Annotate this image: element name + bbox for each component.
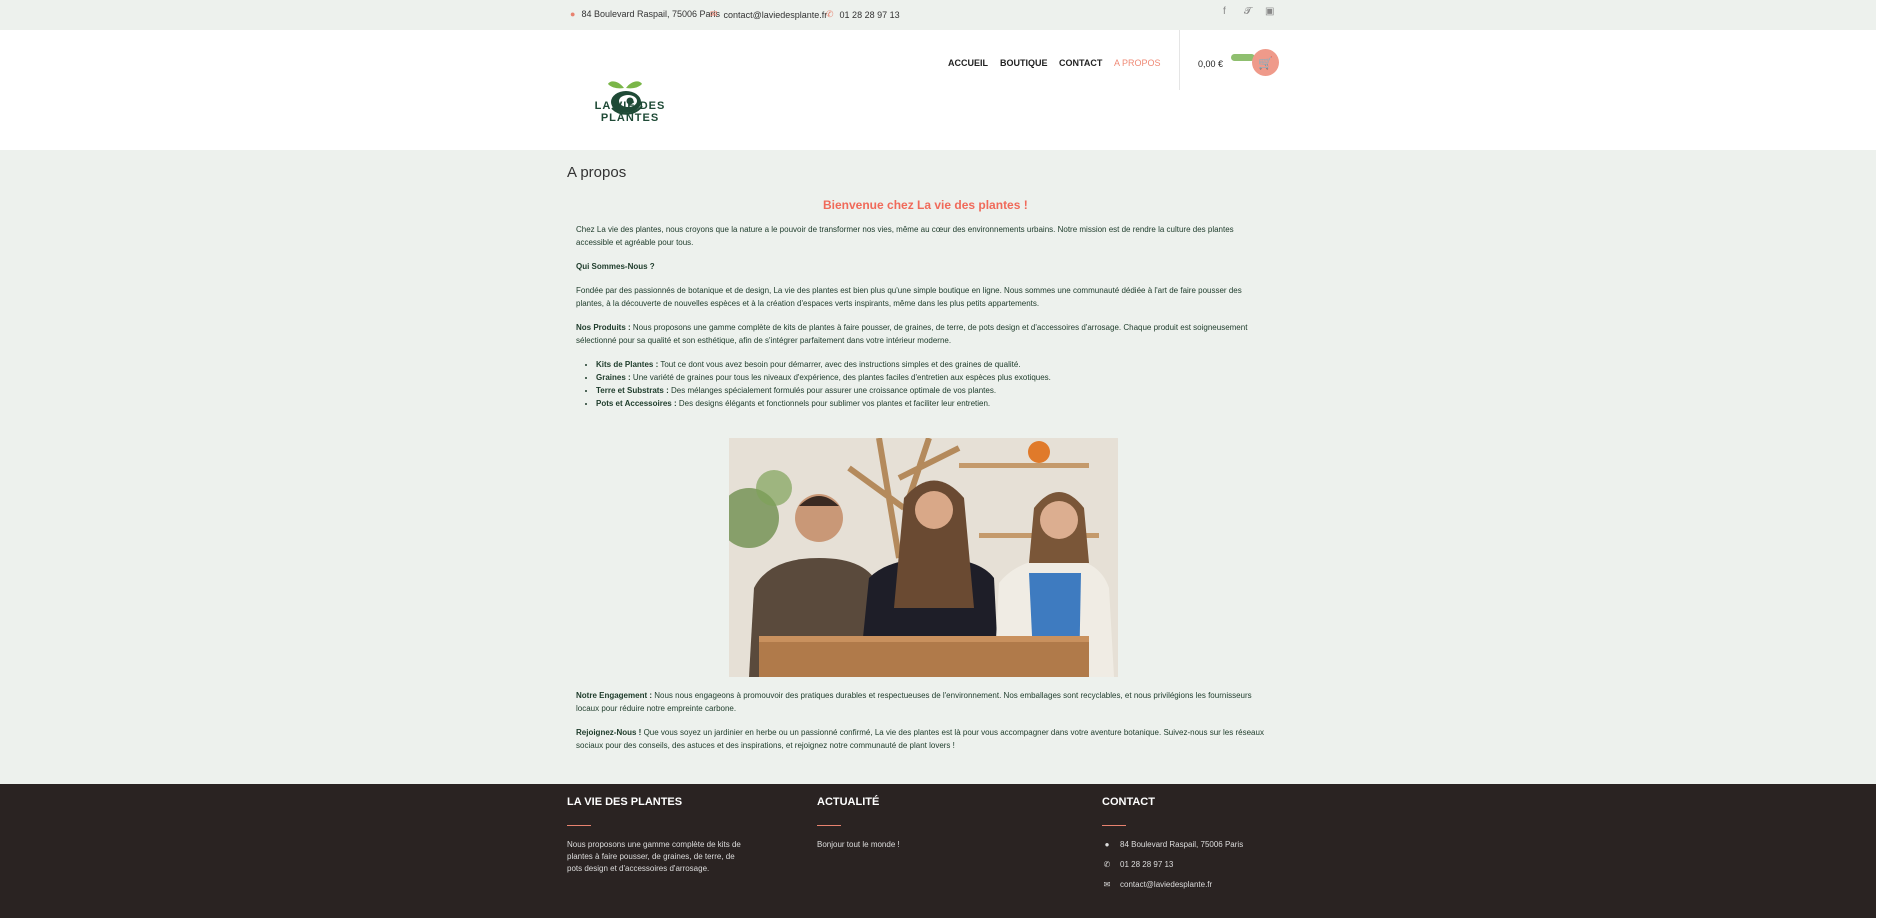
bullet-label: Graines :	[596, 373, 631, 382]
logo-text[interactable]: LA VIE DES PLANTES	[594, 100, 666, 124]
map-pin-icon: ●	[1104, 840, 1110, 849]
join-text: Que vous soyez un jardinier en herbe ou …	[576, 728, 1264, 750]
phone-icon: ✆	[1103, 860, 1111, 869]
site-header	[0, 30, 1876, 150]
who-heading: Qui Sommes-Nous ?	[576, 261, 1268, 274]
join-label: Rejoignez-Nous !	[576, 728, 642, 737]
who-heading-text: Qui Sommes-Nous ?	[576, 262, 655, 271]
cart-amount[interactable]: 0,00 €	[1198, 59, 1223, 69]
cart-button[interactable]: 🛒	[1252, 49, 1279, 76]
who-paragraph: Fondée par des passionnés de botanique e…	[576, 286, 1242, 308]
instagram-icon[interactable]: ▣	[1265, 6, 1274, 17]
footer-address: ● 84 Boulevard Raspail, 75006 Paris	[1102, 840, 1244, 849]
footer-title-underline	[567, 825, 591, 826]
topbar-email-text[interactable]: contact@laviedesplante.fr	[724, 10, 828, 20]
footer-email-text[interactable]: contact@laviedesplante.fr	[1120, 880, 1212, 889]
welcome-heading: Bienvenue chez La vie des plantes !	[823, 198, 1028, 212]
top-bar: ● 84 Boulevard Raspail, 75006 Paris ✉ co…	[0, 0, 1876, 30]
twitter-icon[interactable]: 𝓣	[1244, 6, 1252, 17]
footer-address-text: 84 Boulevard Raspail, 75006 Paris	[1120, 840, 1244, 849]
products-text: Nous proposons une gamme complète de kit…	[576, 323, 1248, 345]
footer-about-title: LA VIE DES PLANTES	[567, 796, 683, 808]
logo-line-1: LA VIE DES	[594, 100, 666, 112]
products-label: Nos Produits :	[576, 323, 631, 332]
topbar-email[interactable]: ✉ contact@laviedesplante.fr	[710, 9, 827, 20]
cart-icon: 🛒	[1258, 55, 1273, 70]
products-paragraph: Nos Produits : Nous proposons une gamme …	[576, 322, 1268, 347]
intro-paragraph: Chez La vie des plantes, nous croyons qu…	[576, 225, 1234, 247]
nav-a-propos[interactable]: A PROPOS	[1114, 58, 1161, 68]
nav-contact[interactable]: CONTACT	[1059, 58, 1102, 68]
footer-phone[interactable]: ✆ 01 28 28 97 13	[1102, 860, 1174, 869]
footer-news-link[interactable]: Bonjour tout le monde !	[817, 839, 900, 851]
topbar-phone-text[interactable]: 01 28 28 97 13	[840, 10, 900, 20]
footer-title-underline	[1102, 825, 1126, 826]
engagement-text: Nous nous engageons à promouvoir des pra…	[576, 691, 1252, 713]
header-divider	[1179, 30, 1180, 90]
products-list: Kits de Plantes : Tout ce dont vous avez…	[588, 358, 1276, 410]
page-title: A propos	[567, 164, 627, 181]
bullet-label: Kits de Plantes :	[596, 360, 659, 369]
engagement-paragraph: Notre Engagement : Nous nous engageons à…	[576, 690, 1268, 715]
map-pin-icon: ●	[570, 9, 576, 19]
join-paragraph: Rejoignez-Nous ! Que vous soyez un jardi…	[576, 727, 1268, 752]
bullet-label: Pots et Accessoires :	[596, 399, 677, 408]
bullet-label: Terre et Substrats :	[596, 386, 669, 395]
list-item: Pots et Accessoires : Des designs élégan…	[596, 397, 1276, 410]
nav-boutique[interactable]: BOUTIQUE	[1000, 58, 1048, 68]
envelope-icon: ✉	[1103, 880, 1111, 889]
facebook-icon[interactable]: f	[1223, 6, 1226, 17]
footer-phone-text[interactable]: 01 28 28 97 13	[1120, 860, 1173, 869]
bullet-text: Une variété de graines pour tous les niv…	[630, 373, 1051, 382]
footer-title-underline	[817, 825, 841, 826]
bullet-text: Des designs élégants et fonctionnels pou…	[676, 399, 991, 408]
site-footer	[0, 784, 1876, 918]
footer-news-title: ACTUALITÉ	[817, 796, 880, 808]
footer-email[interactable]: ✉ contact@laviedesplante.fr	[1102, 880, 1213, 889]
phone-icon: ✆	[826, 9, 834, 19]
envelope-icon: ✉	[710, 9, 718, 19]
nav-accueil[interactable]: ACCUEIL	[948, 58, 988, 68]
footer-contact-title: CONTACT	[1102, 796, 1155, 808]
topbar-phone[interactable]: ✆ 01 28 28 97 13	[826, 9, 900, 20]
footer-about-text: Nous proposons une gamme complète de kit…	[567, 840, 741, 873]
list-item: Graines : Une variété de graines pour to…	[596, 371, 1276, 384]
list-item: Kits de Plantes : Tout ce dont vous avez…	[596, 358, 1276, 371]
engagement-label: Notre Engagement :	[576, 691, 653, 700]
team-photo	[729, 438, 1118, 677]
bullet-text: Des mélanges spécialement formulés pour …	[668, 386, 997, 395]
topbar-address: ● 84 Boulevard Raspail, 75006 Paris	[570, 9, 720, 19]
list-item: Terre et Substrats : Des mélanges spécia…	[596, 384, 1276, 397]
bullet-text: Tout ce dont vous avez besoin pour démar…	[658, 360, 1021, 369]
topbar-address-text: 84 Boulevard Raspail, 75006 Paris	[581, 9, 721, 19]
logo-line-2: PLANTES	[600, 112, 660, 124]
